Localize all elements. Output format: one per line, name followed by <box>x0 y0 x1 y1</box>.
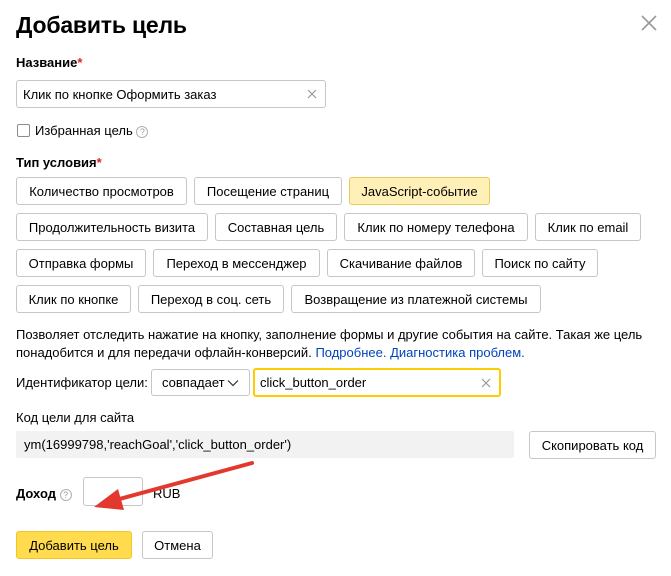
income-label: Доход ? <box>16 486 72 501</box>
condition-option-views[interactable]: Количество просмотров <box>16 177 187 205</box>
required-mark: * <box>77 55 83 70</box>
diagnostics-link[interactable]: Диагностика проблем. <box>390 345 525 360</box>
chevron-down-icon <box>227 379 243 387</box>
identifier-label: Идентификатор цели: <box>16 375 148 390</box>
name-label: Название* <box>16 55 82 70</box>
identifier-input-value[interactable]: click_button_order <box>255 375 477 390</box>
help-icon[interactable]: ? <box>59 488 72 501</box>
clear-name-icon[interactable] <box>303 85 321 103</box>
annotation-arrow-icon <box>90 455 260 515</box>
income-label-text: Доход <box>16 486 56 501</box>
favorite-checkbox[interactable] <box>17 124 30 137</box>
add-goal-button[interactable]: Добавить цель <box>16 531 132 559</box>
condition-option-social-link[interactable]: Переход в соц. сеть <box>138 285 284 313</box>
clear-identifier-icon[interactable] <box>477 374 495 392</box>
condition-option-file-download[interactable]: Скачивание файлов <box>327 249 475 277</box>
name-label-text: Название <box>16 55 78 70</box>
help-icon[interactable]: ? <box>136 125 149 138</box>
condition-label: Тип условия* <box>16 155 102 170</box>
condition-option-page-visit[interactable]: Посещение страниц <box>194 177 342 205</box>
match-select[interactable]: совпадает <box>151 369 250 396</box>
name-input-value[interactable]: Клик по кнопке Оформить заказ <box>17 87 303 102</box>
condition-option-visit-duration[interactable]: Продолжительность визита <box>16 213 208 241</box>
match-select-value: совпадает <box>162 375 225 390</box>
condition-label-text: Тип условия <box>16 155 97 170</box>
name-input[interactable]: Клик по кнопке Оформить заказ <box>16 80 326 108</box>
favorite-label-text: Избранная цель <box>35 123 133 138</box>
goal-code-label: Код цели для сайта <box>16 410 135 425</box>
favorite-label: Избранная цель ? <box>35 123 149 138</box>
condition-option-js-event[interactable]: JavaScript-событие <box>349 177 490 205</box>
condition-description: Позволяет отследить нажатие на кнопку, з… <box>16 326 656 362</box>
identifier-input[interactable]: click_button_order <box>253 368 501 397</box>
condition-option-form-submit[interactable]: Отправка формы <box>16 249 146 277</box>
condition-option-messenger[interactable]: Переход в мессенджер <box>153 249 320 277</box>
condition-option-payment-return[interactable]: Возвращение из платежной системы <box>291 285 541 313</box>
cancel-button[interactable]: Отмена <box>142 531 213 559</box>
condition-option-site-search[interactable]: Поиск по сайту <box>482 249 598 277</box>
close-icon[interactable] <box>638 12 660 34</box>
more-link[interactable]: Подробнее. <box>315 345 386 360</box>
condition-option-email-click[interactable]: Клик по email <box>535 213 641 241</box>
condition-option-composite[interactable]: Составная цель <box>215 213 337 241</box>
required-mark: * <box>96 155 102 170</box>
dialog-title: Добавить цель <box>16 12 187 38</box>
condition-option-phone-click[interactable]: Клик по номеру телефона <box>344 213 528 241</box>
condition-option-button-click[interactable]: Клик по кнопке <box>16 285 131 313</box>
goal-code-box: ym(16999798,'reachGoal','click_button_or… <box>16 431 514 458</box>
copy-code-button[interactable]: Скопировать код <box>529 431 656 459</box>
